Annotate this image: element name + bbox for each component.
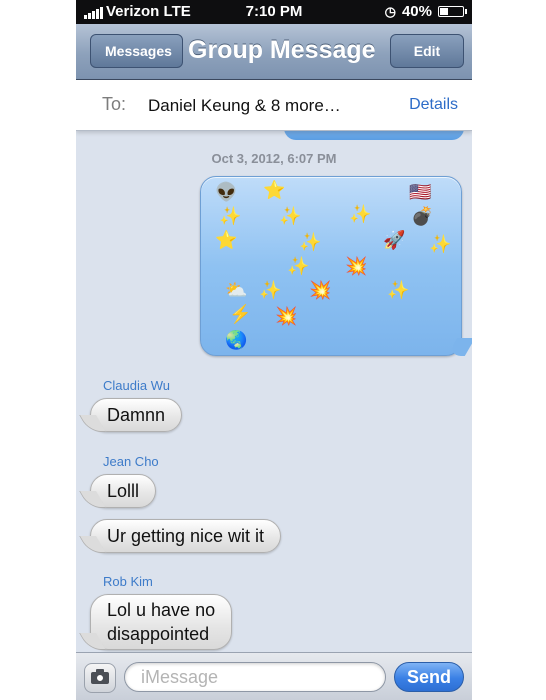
recipients-bar: To: Daniel Keung & 8 more… Details [76, 80, 472, 131]
outgoing-emoji-message[interactable]: 👽 ⭐ 🇺🇸 ✨ ✨ ✨ 💣 ⭐ ✨ 🚀 ✨ ✨ 💥 ⛅ ✨ 💥 ✨ ⚡ 💥 🌏 [200, 176, 472, 356]
battery-icon [438, 6, 467, 17]
emoji-glyph: ⚡ [229, 304, 252, 324]
message-input[interactable]: iMessage [124, 662, 386, 692]
alarm-clock-icon: ◷ [384, 3, 396, 19]
emoji-glyph: ✨ [387, 280, 410, 300]
to-label: To: [102, 94, 127, 114]
incoming-message-bubble[interactable]: Lol u have no disappointed [90, 594, 233, 650]
status-bar: Verizon LTE 7:10 PM ◷ 40% [76, 0, 472, 24]
sender-name: Claudia Wu [103, 378, 170, 393]
details-link[interactable]: Details [409, 96, 458, 114]
emoji-glyph: 💣 [411, 206, 434, 226]
camera-icon[interactable] [84, 663, 116, 693]
emoji-glyph: 🚀 [383, 230, 406, 250]
message-line: disappointed [107, 624, 210, 644]
sender-name: Jean Cho [103, 454, 159, 469]
battery-percent: 40% [401, 3, 432, 20]
page-title: Group Message [188, 36, 376, 64]
navigation-bar: Messages Group Message Edit [76, 24, 472, 80]
emoji-glyph: ✨ [299, 232, 322, 252]
emoji-glyph: ✨ [259, 280, 282, 300]
emoji-glyph: 🇺🇸 [409, 182, 432, 202]
compose-bar: iMessage Send [76, 652, 472, 700]
emoji-glyph: ⛅ [225, 280, 248, 300]
emoji-glyph: ✨ [349, 204, 372, 224]
messages-screen: Verizon LTE 7:10 PM ◷ 40% Messages Group… [76, 0, 472, 700]
send-button[interactable]: Send [394, 662, 464, 692]
incoming-message-bubble[interactable]: Ur getting nice wit it [90, 519, 282, 553]
emoji-glyph: 🌏 [225, 330, 248, 350]
emoji-glyph: ⭐ [263, 180, 286, 200]
incoming-message-bubble[interactable]: Damnn [90, 398, 183, 432]
emoji-glyph: 💥 [345, 256, 368, 276]
emoji-glyph: ⭐ [215, 230, 238, 250]
sender-name: Rob Kim [103, 574, 153, 589]
emoji-glyph: 👽 [215, 182, 238, 202]
message-timestamp: Oct 3, 2012, 6:07 PM [211, 151, 337, 166]
emoji-glyph: ✨ [219, 206, 242, 226]
messages-back-button[interactable]: Messages [90, 34, 183, 68]
emoji-glyph: ✨ [287, 256, 310, 276]
message-line: Lol u have no [107, 600, 216, 620]
emoji-glyph: ✨ [279, 206, 302, 226]
edit-button[interactable]: Edit [390, 34, 464, 68]
emoji-glyph: 💥 [275, 306, 298, 326]
recipients-list[interactable]: Daniel Keung & 8 more… [148, 96, 341, 116]
emoji-glyph: ✨ [429, 234, 452, 254]
emoji-glyph: 💥 [309, 280, 332, 300]
incoming-message-bubble[interactable]: Lolll [90, 474, 157, 508]
